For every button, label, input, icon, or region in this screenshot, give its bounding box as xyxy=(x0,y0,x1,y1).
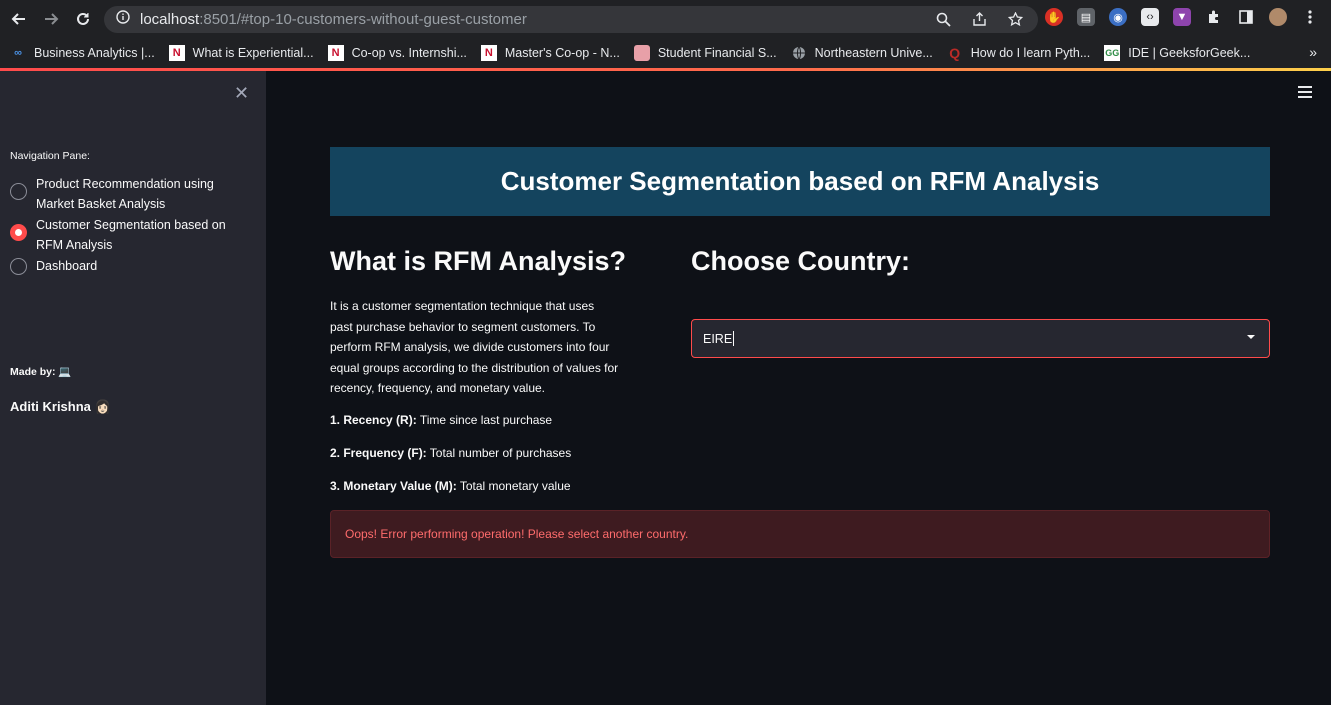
bookmark-item[interactable]: Q How do I learn Pyth... xyxy=(947,45,1091,61)
metric-frequency: 2. Frequency (F): Total number of purcha… xyxy=(330,446,571,460)
gfg-icon: GG xyxy=(1104,45,1121,61)
forward-arrow-icon[interactable] xyxy=(38,6,64,32)
metric-desc: Total monetary value xyxy=(456,479,571,493)
error-message: Oops! Error performing operation! Please… xyxy=(345,527,689,541)
kebab-menu-icon[interactable] xyxy=(1301,8,1319,26)
seal-icon xyxy=(633,45,650,61)
northeastern-icon: N xyxy=(168,45,185,61)
puzzle-extensions-icon[interactable] xyxy=(1205,8,1223,26)
globe-icon xyxy=(791,45,807,61)
bookmark-label: Master's Co-op - N... xyxy=(504,46,620,60)
bookmark-label: Co-op vs. Internshi... xyxy=(351,46,467,60)
bookmark-label: Business Analytics |... xyxy=(34,46,155,60)
extension-icon[interactable]: ◉ xyxy=(1109,8,1127,26)
bookmarks-bar: ∞ Business Analytics |... N What is Expe… xyxy=(0,38,1331,68)
author-name: Aditi Krishna 👩🏻 xyxy=(10,399,111,414)
error-alert: Oops! Error performing operation! Please… xyxy=(330,510,1270,558)
more-bookmarks-icon[interactable]: » xyxy=(1309,44,1317,60)
radio-button[interactable] xyxy=(10,258,27,275)
browser-toolbar: localhost:8501/#top-10-customers-without… xyxy=(0,0,1331,38)
country-select[interactable]: EIRE xyxy=(691,319,1270,358)
extension-icon[interactable]: ‹› xyxy=(1141,8,1159,26)
url-host: localhost xyxy=(140,11,200,28)
chevron-down-icon[interactable] xyxy=(1247,335,1255,339)
bookmark-star-icon[interactable] xyxy=(1006,10,1024,28)
nav-option-label: Customer Segmentation based on RFM Analy… xyxy=(36,218,226,252)
country-heading: Choose Country: xyxy=(691,246,910,276)
quora-icon: Q xyxy=(949,45,961,61)
nav-option-customer-segmentation[interactable]: Customer Segmentation based on RFM Analy… xyxy=(10,215,255,255)
url-path: :8501/#top-10-customers-without-guest-cu… xyxy=(199,11,527,28)
metric-recency: 1. Recency (R): Time since last purchase xyxy=(330,413,552,427)
site-info-icon[interactable] xyxy=(116,10,130,29)
zoom-icon[interactable] xyxy=(934,10,952,28)
metric-desc: Total number of purchases xyxy=(426,446,572,460)
northeastern-icon: N xyxy=(480,45,497,61)
nav-option-label: Dashboard xyxy=(36,259,98,273)
text-cursor xyxy=(733,331,735,346)
rfm-description: It is a customer segmentation technique … xyxy=(330,299,619,395)
nav-option-label: Product Recommendation using Market Bask… xyxy=(36,177,214,211)
bookmark-label: What is Experiential... xyxy=(192,46,314,60)
metric-term: 2. Frequency (F): xyxy=(330,446,427,460)
bookmark-item[interactable]: N Master's Co-op - N... xyxy=(480,45,620,61)
metric-term: 3. Monetary Value (M): xyxy=(330,479,457,493)
profile-avatar[interactable] xyxy=(1269,8,1287,26)
radio-button-selected[interactable] xyxy=(10,224,27,241)
bookmark-item[interactable]: GG IDE | GeeksforGeek... xyxy=(1104,45,1250,61)
back-arrow-icon[interactable] xyxy=(6,6,32,32)
bookmark-item[interactable]: ∞ Business Analytics |... xyxy=(10,45,155,61)
bookmark-item[interactable]: Northeastern Unive... xyxy=(791,45,933,61)
infinity-icon: ∞ xyxy=(14,47,22,59)
made-by-label: Made by: 💻 xyxy=(10,366,72,378)
country-select-value: EIRE xyxy=(703,331,733,346)
nav-option-product-recommendation[interactable]: Product Recommendation using Market Bask… xyxy=(10,174,255,214)
radio-button[interactable] xyxy=(10,183,27,200)
side-panel-icon[interactable] xyxy=(1237,8,1255,26)
metric-term: 1. Recency (R): xyxy=(330,413,417,427)
rfm-heading: What is RFM Analysis? xyxy=(330,246,627,276)
navigation-radio-group: Product Recommendation using Market Bask… xyxy=(10,174,255,277)
nav-option-dashboard[interactable]: Dashboard xyxy=(10,256,255,276)
page-title: Customer Segmentation based on RFM Analy… xyxy=(500,166,1100,196)
page-banner: Customer Segmentation based on RFM Analy… xyxy=(330,147,1270,216)
navigation-pane-label: Navigation Pane: xyxy=(10,150,90,162)
bookmark-item[interactable]: Student Financial S... xyxy=(633,45,777,61)
bookmark-label: Northeastern Unive... xyxy=(814,46,933,60)
bookmark-item[interactable]: N What is Experiential... xyxy=(168,45,314,61)
bookmark-label: IDE | GeeksforGeek... xyxy=(1128,46,1251,60)
reload-icon[interactable] xyxy=(70,6,96,32)
address-bar[interactable]: localhost:8501/#top-10-customers-without… xyxy=(104,6,1038,33)
share-icon[interactable] xyxy=(970,10,988,28)
close-sidebar-icon[interactable]: ✕ xyxy=(234,83,249,104)
extension-icon[interactable]: ▤ xyxy=(1077,8,1095,26)
metric-desc: Time since last purchase xyxy=(416,413,553,427)
metric-monetary: 3. Monetary Value (M): Total monetary va… xyxy=(330,479,571,493)
bookmark-label: How do I learn Pyth... xyxy=(970,46,1091,60)
sidebar: ✕ Navigation Pane: Product Recommendatio… xyxy=(0,71,266,705)
adblock-extension-icon[interactable]: ✋ xyxy=(1045,8,1063,26)
bookmark-item[interactable]: N Co-op vs. Internshi... xyxy=(327,45,467,61)
northeastern-icon: N xyxy=(327,45,344,61)
extension-icon[interactable]: ▼ xyxy=(1173,8,1191,26)
main-menu-icon[interactable] xyxy=(1298,86,1312,98)
bookmark-label: Student Financial S... xyxy=(657,46,777,60)
